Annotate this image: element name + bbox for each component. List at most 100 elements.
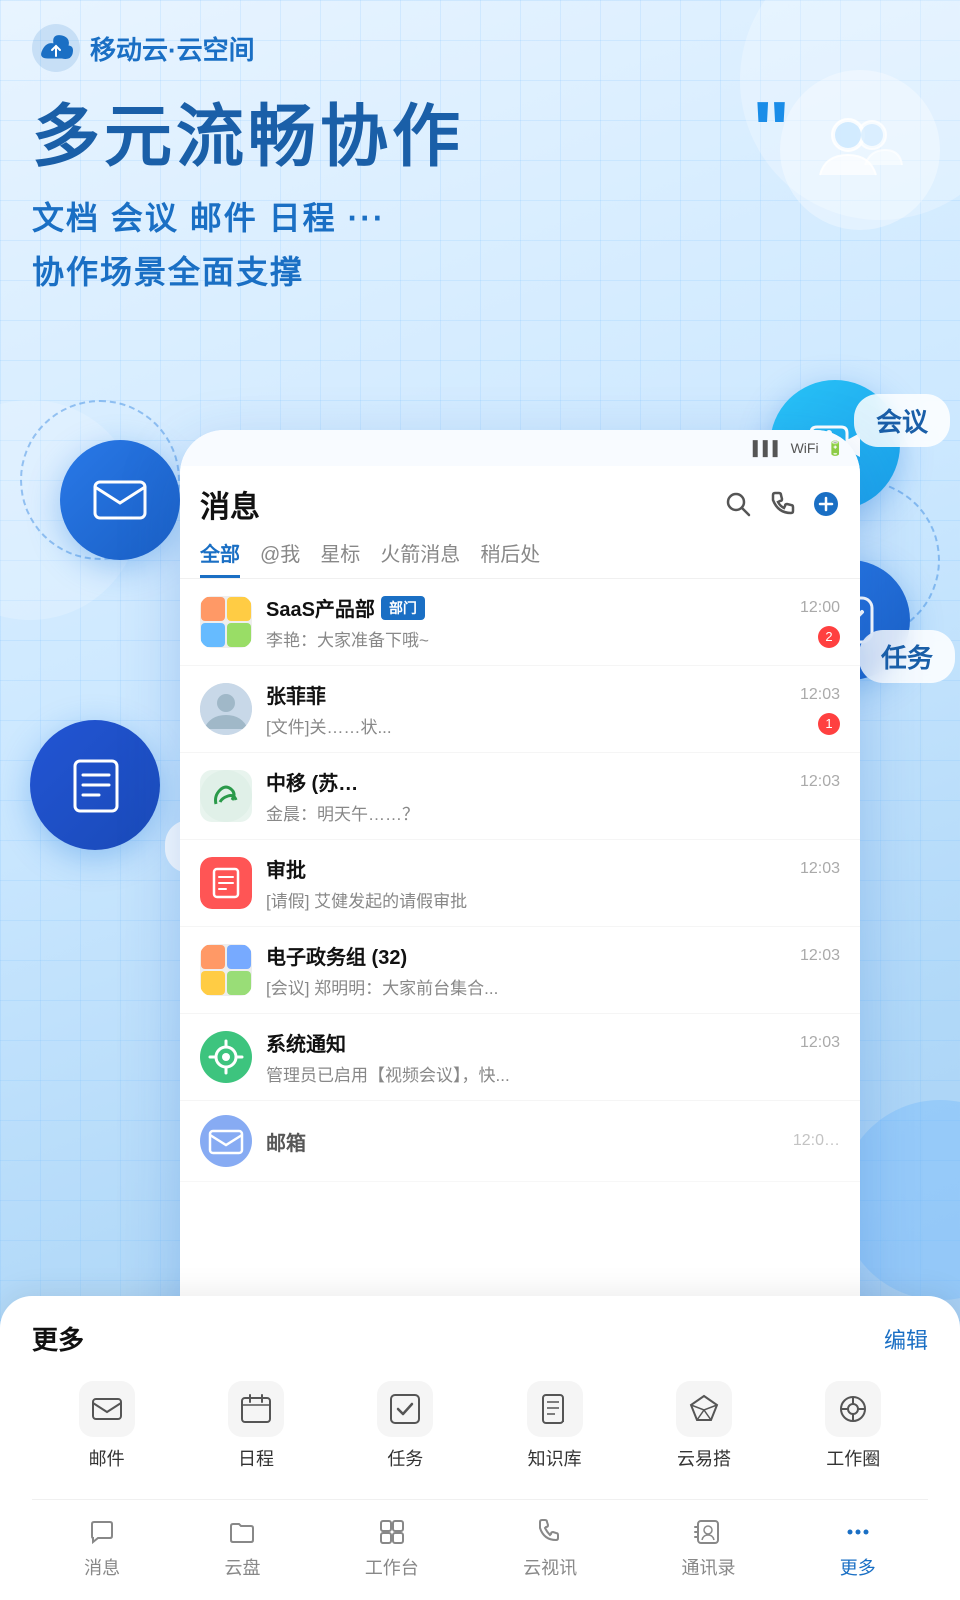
message-tabs: 全部 @我 星标 火箭消息 稍后处 [200, 538, 840, 578]
table-row[interactable]: 中移 (苏… 12:03 金晨：明天午……？ [180, 753, 860, 840]
approval-icon [200, 857, 252, 909]
edit-button[interactable]: 编辑 [884, 1323, 928, 1355]
company-logo-icon [200, 770, 252, 822]
call-icon[interactable] [768, 490, 796, 518]
grid-icon [378, 1518, 406, 1546]
mail-app-label: 邮件 [89, 1445, 125, 1471]
task-box-icon [388, 1392, 422, 1426]
knowledge-box-icon [538, 1392, 572, 1426]
hero-subtitle1: 文档 会议 邮件 日程 ··· [32, 193, 928, 239]
list-item[interactable]: 日程 [228, 1381, 284, 1471]
task-app-icon [377, 1381, 433, 1437]
list-item[interactable]: 邮件 [79, 1381, 135, 1471]
task-app-label: 任务 [387, 1445, 423, 1471]
task-label[interactable]: 任务 [859, 630, 955, 683]
tab-later[interactable]: 稍后处 [480, 538, 540, 578]
search-icon[interactable] [724, 490, 752, 518]
phone-status-bar: ▌▌▌ WiFi 🔋 [180, 430, 860, 466]
nav-cloud-disk-icon [226, 1516, 258, 1548]
nav-message-icon [86, 1516, 118, 1548]
unread-badge: 1 [818, 713, 840, 735]
mail-avatar-icon [200, 1115, 252, 1167]
knowledge-app-label: 知识库 [528, 1445, 582, 1471]
message-time: 12:03 [800, 947, 840, 965]
message-preview: 李艳：大家准备下哦~ [266, 626, 429, 651]
nav-workspace-label: 工作台 [365, 1554, 419, 1580]
bottom-panel-header: 更多 编辑 [32, 1320, 928, 1357]
nav-item-contacts[interactable]: 通讯录 [681, 1516, 735, 1580]
message-time: 12:03 [800, 773, 840, 791]
avatar [200, 596, 252, 648]
work-circle-icon [836, 1392, 870, 1426]
message-content: SaaS产品部 部门 12:00 李艳：大家准备下哦~ 2 [266, 593, 840, 651]
more-title: 更多 [32, 1320, 84, 1357]
message-content: 中移 (苏… 12:03 金晨：明天午……？ [266, 767, 840, 825]
tab-all[interactable]: 全部 [200, 538, 240, 578]
mail-feature-circle[interactable] [60, 440, 180, 560]
message-preview: [会议] 郑明明：大家前台集合... [266, 974, 840, 999]
nav-item-workspace[interactable]: 工作台 [365, 1516, 419, 1580]
avatar [200, 857, 252, 909]
diamond-icon [687, 1392, 721, 1426]
list-item[interactable]: 知识库 [527, 1381, 583, 1471]
meeting-label[interactable]: 会议 [854, 394, 950, 447]
nav-more-label: 更多 [840, 1554, 876, 1580]
table-row[interactable]: SaaS产品部 部门 12:00 李艳：大家准备下哦~ 2 [180, 579, 860, 666]
table-row[interactable]: 系统通知 12:03 管理员已启用【视频会议】，快... [180, 1014, 860, 1101]
message-sender: 中移 (苏… [266, 767, 358, 796]
table-row[interactable]: 电子政务组 (32) 12:03 [会议] 郑明明：大家前台集合... [180, 927, 860, 1014]
nav-item-more[interactable]: 更多 [840, 1516, 876, 1580]
doc-icon [63, 753, 128, 818]
avatar [200, 944, 252, 996]
header: 移动云·云空间 [32, 24, 255, 72]
system-notification-icon [200, 1031, 252, 1083]
nav-workspace-icon [376, 1516, 408, 1548]
message-preview: [请假] 艾健发起的请假审批 [266, 887, 840, 912]
nav-item-cloud-disk[interactable]: 云盘 [224, 1516, 260, 1580]
tab-at-me[interactable]: @我 [260, 538, 300, 578]
phone-mockup: ▌▌▌ WiFi 🔋 消息 全 [180, 430, 860, 1440]
list-item[interactable]: 云易搭 [676, 1381, 732, 1471]
message-sender: 张菲菲 [266, 680, 326, 709]
nav-video-label: 云视讯 [523, 1554, 577, 1580]
message-preview: [文件]关……状... [266, 713, 392, 738]
dept-badge: 部门 [381, 596, 425, 620]
message-preview: 金晨：明天午……？ [266, 800, 840, 825]
table-row[interactable]: 邮箱 12:0… [180, 1101, 860, 1182]
tab-rocket[interactable]: 火箭消息 [380, 538, 460, 578]
message-time: 12:03 [800, 686, 840, 704]
nav-contacts-icon [692, 1516, 724, 1548]
nav-video-icon [534, 1516, 566, 1548]
table-row[interactable]: 审批 12:03 [请假] 艾健发起的请假审批 [180, 840, 860, 927]
cloud-easy-app-label: 云易搭 [677, 1445, 731, 1471]
nav-item-video[interactable]: 云视讯 [523, 1516, 577, 1580]
bottom-panel: 更多 编辑 邮件 日程 [0, 1296, 960, 1600]
message-header: 消息 全部 @我 星标 火箭消息 稍后处 [180, 466, 860, 579]
table-row[interactable]: 张菲菲 12:03 [文件]关……状... 1 [180, 666, 860, 753]
nav-item-messages[interactable]: 消息 [84, 1516, 120, 1580]
message-list: SaaS产品部 部门 12:00 李艳：大家准备下哦~ 2 [180, 579, 860, 1182]
message-content: 系统通知 12:03 管理员已启用【视频会议】，快... [266, 1028, 840, 1086]
message-time: 12:00 [800, 599, 840, 617]
avatar [200, 683, 252, 735]
doc-feature-circle[interactable] [30, 720, 160, 850]
message-sender: 电子政务组 (32) [266, 941, 407, 970]
person-avatar-icon [200, 683, 252, 735]
avatar [200, 1031, 252, 1083]
work-circle-app-label: 工作圈 [826, 1445, 880, 1471]
tab-starred[interactable]: 星标 [320, 538, 360, 578]
mail-box-icon [90, 1392, 124, 1426]
list-item[interactable]: 任务 [377, 1381, 433, 1471]
mail-app-icon [79, 1381, 135, 1437]
unread-badge: 2 [818, 626, 840, 648]
wifi-icon: WiFi [791, 440, 819, 456]
schedule-app-label: 日程 [238, 1445, 274, 1471]
folder-icon [228, 1518, 256, 1546]
message-content: 电子政务组 (32) 12:03 [会议] 郑明明：大家前台集合... [266, 941, 840, 999]
app-icons-row1: 邮件 日程 任务 [32, 1381, 928, 1471]
list-item[interactable]: 工作圈 [825, 1381, 881, 1471]
brand-logo-icon [32, 24, 80, 72]
message-content: 审批 12:03 [请假] 艾健发起的请假审批 [266, 854, 840, 912]
nav-cloud-disk-label: 云盘 [224, 1554, 260, 1580]
add-icon[interactable] [812, 490, 840, 518]
